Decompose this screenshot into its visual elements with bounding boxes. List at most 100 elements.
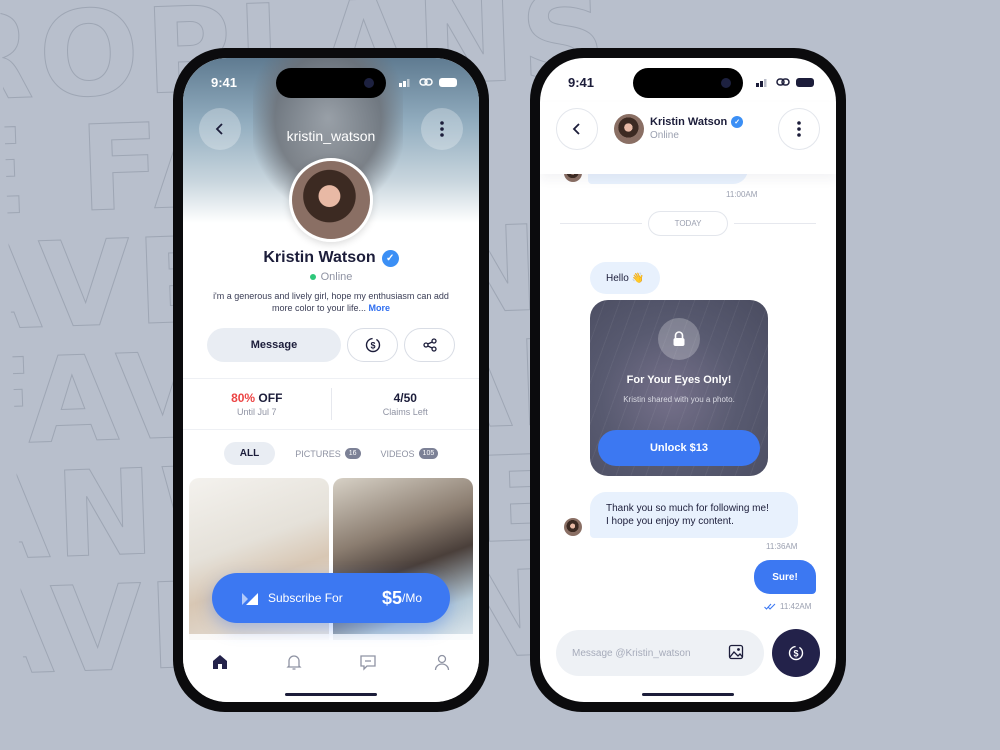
battery-icon (439, 77, 457, 87)
profile-bio: i'm a generous and lively girl, hope my … (213, 290, 449, 314)
status-bar: 9:41 (540, 72, 836, 92)
dollar-exchange-icon: $ (788, 645, 804, 661)
message-text: I hope you enjoy my content. (606, 516, 734, 527)
svg-text:$: $ (793, 649, 798, 659)
tab-count-badge: 105 (418, 448, 439, 459)
signal-icon (399, 79, 410, 87)
signal-icon (756, 79, 767, 87)
more-vertical-icon (797, 121, 801, 137)
contact-avatar[interactable] (614, 114, 644, 144)
content-tabs: ALL PICTURES 16 VIDEOS 105 (183, 442, 479, 465)
chevron-left-icon (572, 123, 580, 135)
tab-count-badge: 16 (344, 448, 361, 459)
contact-status: Online (650, 130, 679, 141)
contact-name-row: Kristin Watson ✓ (650, 116, 744, 128)
home-indicator (285, 693, 377, 696)
message-composer: $ (556, 629, 820, 677)
send-tip-button[interactable]: $ (772, 629, 820, 677)
message-time: 11:36AM (766, 542, 798, 551)
message-time: 11:42AM (780, 602, 812, 611)
tab-label: ALL (239, 448, 260, 459)
svg-text:$: $ (370, 341, 375, 351)
message-time-row: 11:42AM (764, 602, 811, 611)
tab-label: PICTURES (295, 448, 341, 459)
chat-screen: 9:41 Do you wanna chat with me? 11:00AM … (540, 58, 836, 702)
online-status-text: Online (320, 271, 353, 283)
profile-screen: 9:41 kristin_watson Kristin Watson ✓ Onl… (183, 58, 479, 702)
message-bubble: Hello 👋 (590, 262, 661, 294)
online-status: Online (183, 271, 479, 283)
locked-subtitle: Kristin shared with you a photo. (623, 395, 735, 404)
profile-name-row: Kristin Watson ✓ (183, 249, 479, 267)
image-icon (728, 644, 744, 660)
profile-username: kristin_watson (286, 128, 376, 144)
message-time: 11:00AM (726, 190, 758, 199)
bell-icon (286, 655, 302, 670)
message-button[interactable]: Message (207, 328, 341, 362)
locked-title: For Your Eyes Only! (626, 374, 732, 386)
message-text: Sure! (772, 571, 798, 583)
double-check-icon (764, 603, 776, 610)
profile-name: Kristin Watson (263, 249, 376, 266)
lock-icon (658, 318, 700, 360)
subscribe-button[interactable]: Subscribe For $5/Mo (212, 573, 450, 623)
discount-until: Until Jul 7 (236, 407, 277, 417)
subscribe-price: $5 (381, 587, 402, 608)
contact-avatar-small (564, 518, 582, 536)
bottom-nav (183, 634, 479, 702)
subscribe-period: /Mo (401, 591, 422, 605)
message-bubble-outgoing: Sure! (754, 560, 816, 594)
chat-header: Kristin Watson ✓ Online (540, 102, 836, 174)
nav-home[interactable] (208, 650, 232, 674)
nav-notifications[interactable] (282, 650, 306, 674)
link-icon (776, 78, 790, 86)
profile-icon (434, 654, 450, 671)
bio-more-link[interactable]: More (369, 303, 391, 313)
nav-profile[interactable] (430, 650, 454, 674)
discount-percent: 80% (231, 391, 256, 405)
share-icon (422, 338, 437, 352)
dollar-exchange-icon: $ (365, 337, 380, 353)
home-icon (213, 655, 227, 669)
battery-icon (796, 77, 814, 87)
verified-badge-icon: ✓ (731, 116, 744, 128)
bio-text: i'm a generous and lively girl, hope my … (213, 291, 449, 313)
online-dot-icon (309, 274, 316, 281)
status-time: 9:41 (211, 74, 238, 90)
message-list: Do you wanna chat with me? 11:00AM TODAY… (540, 154, 836, 632)
tab-all[interactable]: ALL (223, 442, 276, 465)
date-divider-label: TODAY (647, 210, 729, 236)
more-options-button[interactable] (778, 108, 820, 150)
profile-avatar (289, 158, 373, 242)
tab-videos[interactable]: VIDEOS 105 (381, 448, 439, 459)
background-watermark: ROPLANS E FANS AVE FANW FAVE FAN ANWAVE … (0, 0, 1000, 750)
message-bubble: Thank you so much for following me! I ho… (590, 492, 798, 538)
claims-label: Claims Left (382, 407, 428, 417)
back-button[interactable] (556, 108, 598, 150)
unlock-button[interactable]: Unlock $13 (598, 430, 760, 466)
subscribe-label: Subscribe For (268, 591, 343, 605)
chat-icon (360, 655, 376, 671)
tab-label: VIDEOS (380, 448, 415, 459)
locked-media-card: For Your Eyes Only! Kristin shared with … (590, 300, 768, 476)
profile-actions: Message $ (207, 328, 455, 362)
discount-suffix: OFF (255, 391, 283, 405)
profile-phone: 9:41 kristin_watson Kristin Watson ✓ Onl… (173, 48, 489, 712)
tab-pictures[interactable]: PICTURES 16 (295, 448, 361, 459)
chat-phone: 9:41 Do you wanna chat with me? 11:00AM … (530, 48, 846, 712)
home-indicator (642, 693, 734, 696)
attach-image-button[interactable] (728, 644, 744, 665)
promo-stats: 80% OFF Until Jul 7 4/50 Claims Left (183, 378, 479, 430)
link-icon (419, 78, 433, 86)
share-button[interactable] (404, 328, 455, 362)
message-text: Thank you so much for following me! (606, 503, 769, 514)
discount-stat: 80% OFF Until Jul 7 (183, 391, 331, 417)
claims-value: 4/50 (393, 391, 417, 405)
contact-name: Kristin Watson (650, 116, 728, 128)
nav-messages[interactable] (356, 650, 380, 674)
claims-stat: 4/50 Claims Left (332, 391, 480, 417)
status-time: 9:41 (568, 74, 595, 90)
tip-button[interactable]: $ (347, 328, 398, 362)
subscribe-logo-icon (242, 593, 258, 605)
verified-badge-icon: ✓ (381, 249, 399, 267)
